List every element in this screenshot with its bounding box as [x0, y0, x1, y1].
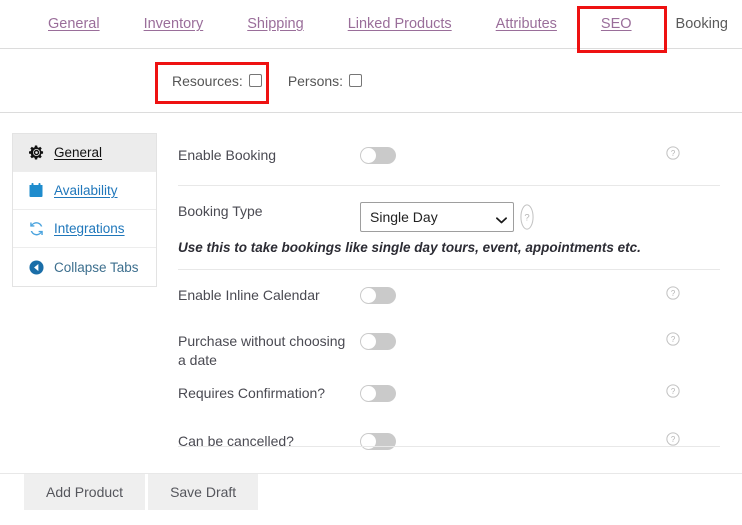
booking-settings-sidebar: General Availability Integrations Collap… [12, 133, 157, 287]
booking-type-select-wrapper: Single Day Multiple Nights Fixed Time Du… [360, 202, 514, 232]
toggle-knob [361, 334, 376, 349]
tab-seo[interactable]: SEO [579, 0, 654, 48]
enable-inline-calendar-help-icon[interactable]: ? [666, 286, 680, 305]
sidebar-item-integrations[interactable]: Integrations [13, 210, 156, 248]
sidebar-item-general[interactable]: General [13, 134, 156, 172]
tab-list: General Inventory Shipping Linked Produc… [26, 0, 742, 48]
enable-booking-toggle[interactable] [360, 147, 396, 164]
toggle-knob [361, 288, 376, 303]
svg-text:?: ? [671, 387, 676, 396]
resources-label: Resources: [172, 72, 243, 89]
sidebar-item-collapse-tabs-label: Collapse Tabs [54, 259, 139, 275]
enable-booking-label: Enable Booking [178, 147, 277, 163]
gear-icon [27, 145, 45, 161]
svg-text:?: ? [671, 149, 676, 158]
form-actions: Add Product Save Draft [24, 474, 259, 510]
can-be-cancelled-toggle[interactable] [360, 433, 396, 450]
persons-label: Persons: [287, 72, 344, 89]
field-purchase-without-date: Purchase without choosing a date ? [178, 318, 720, 370]
collapse-left-icon [27, 259, 45, 275]
toggle-knob [361, 148, 376, 163]
tab-shipping[interactable]: Shipping [225, 0, 325, 48]
resources-checkbox[interactable] [248, 74, 262, 87]
tab-linked-products[interactable]: Linked Products [326, 0, 474, 48]
tab-inventory[interactable]: Inventory [122, 0, 226, 48]
requires-confirmation-help-icon[interactable]: ? [666, 384, 680, 403]
svg-text:?: ? [671, 289, 676, 298]
toggle-knob [361, 386, 376, 401]
enable-inline-calendar-control [360, 286, 546, 304]
field-enable-booking: Enable Booking ? [178, 130, 720, 186]
booking-general-settings: Enable Booking ? Booking Type Single Day… [178, 130, 720, 466]
tab-general[interactable]: General [26, 0, 122, 48]
can-be-cancelled-label: Can be cancelled? [178, 433, 294, 449]
persons-field[interactable]: Persons: [287, 72, 363, 89]
booking-type-select[interactable]: Single Day Multiple Nights Fixed Time Du… [360, 202, 514, 232]
sidebar-item-integrations-label: Integrations [54, 221, 125, 236]
booking-type-description: Use this to take bookings like single da… [178, 238, 720, 270]
sidebar-item-availability-label: Availability [54, 183, 118, 198]
product-data-tabs: General Inventory Shipping Linked Produc… [0, 0, 742, 49]
add-product-button[interactable]: Add Product [24, 474, 146, 510]
refresh-icon [27, 221, 45, 237]
sidebar-item-general-label: General [54, 145, 103, 160]
resources-field[interactable]: Resources: [172, 73, 262, 89]
svg-text:?: ? [671, 335, 676, 344]
tab-booking[interactable]: Booking [653, 0, 742, 48]
field-booking-type: Booking Type Single Day Multiple Nights … [178, 186, 720, 238]
purchase-without-date-help-icon[interactable]: ? [666, 332, 680, 351]
enable-inline-calendar-toggle[interactable] [360, 287, 396, 304]
booking-options-row: Resources: Persons: [0, 49, 742, 113]
persons-checkbox[interactable] [349, 74, 363, 87]
booking-type-help-icon[interactable]: ? [520, 204, 534, 235]
save-draft-button[interactable]: Save Draft [148, 474, 259, 510]
svg-text:?: ? [524, 212, 529, 223]
field-requires-confirmation: Requires Confirmation? ? [178, 370, 720, 418]
enable-booking-help-icon[interactable]: ? [666, 146, 680, 165]
can-be-cancelled-help-icon[interactable]: ? [666, 432, 680, 451]
svg-text:?: ? [671, 435, 676, 444]
booking-type-label: Booking Type [178, 203, 263, 219]
purchase-without-date-toggle[interactable] [360, 333, 396, 350]
calendar-icon [27, 183, 45, 199]
content-bottom-divider [178, 446, 720, 447]
can-be-cancelled-control [360, 432, 546, 450]
enable-inline-calendar-label: Enable Inline Calendar [178, 287, 320, 303]
product-data-booking-panel: General Inventory Shipping Linked Produc… [0, 0, 742, 525]
requires-confirmation-control [360, 384, 546, 402]
sidebar-item-collapse-tabs[interactable]: Collapse Tabs [13, 248, 156, 286]
requires-confirmation-toggle[interactable] [360, 385, 396, 402]
field-can-be-cancelled: Can be cancelled? ? [178, 418, 720, 466]
purchase-without-date-label: Purchase without choosing a date [178, 333, 346, 368]
enable-booking-control [360, 146, 546, 164]
tab-attributes[interactable]: Attributes [474, 0, 579, 48]
requires-confirmation-label: Requires Confirmation? [178, 385, 326, 401]
field-enable-inline-calendar: Enable Inline Calendar ? [178, 270, 720, 318]
purchase-without-date-control [360, 332, 546, 350]
booking-type-control: Single Day Multiple Nights Fixed Time Du… [360, 202, 546, 235]
sidebar-item-availability[interactable]: Availability [13, 172, 156, 210]
